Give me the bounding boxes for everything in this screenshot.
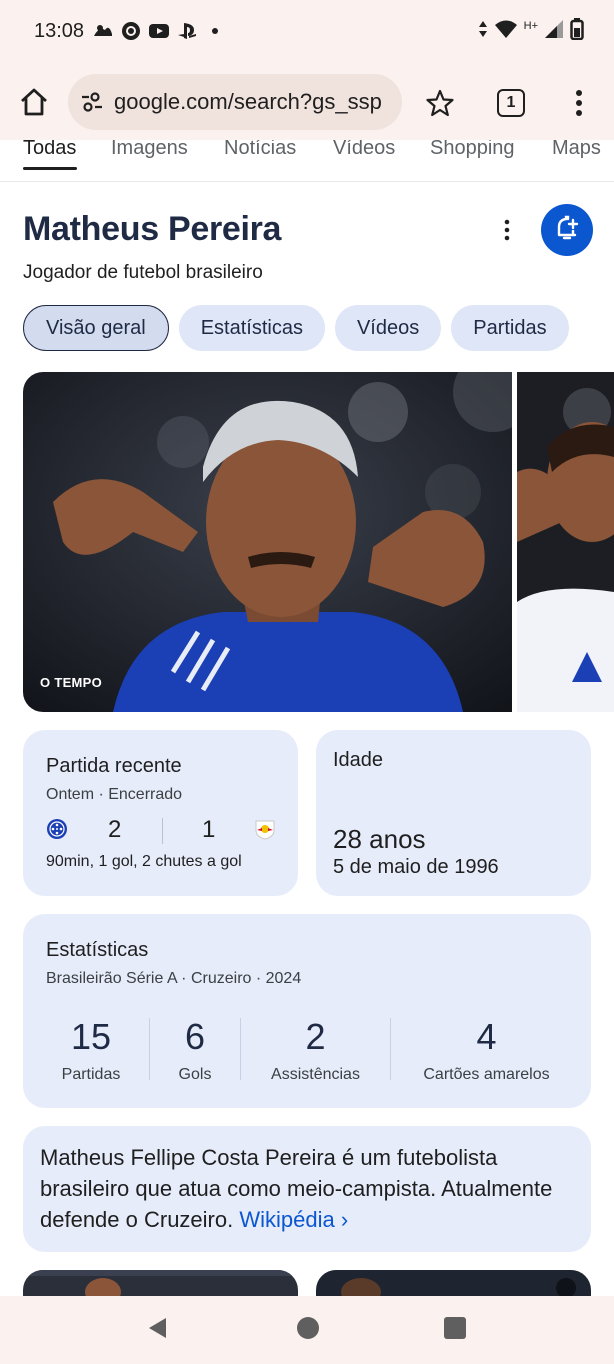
age-heading: Idade — [333, 749, 384, 771]
network-type-icon: H+ — [523, 19, 538, 32]
home-score: 2 — [108, 816, 122, 843]
address-bar[interactable]: google.com/search?gs_ssp — [68, 74, 402, 130]
panel-chips: Visão geral Estatísticas Vídeos Partidas — [23, 305, 569, 351]
tab-switcher-button[interactable]: 1 — [497, 89, 525, 117]
tab-todas[interactable]: Todas — [23, 140, 76, 160]
chip-visao-geral[interactable]: Visão geral — [23, 305, 169, 351]
playstation-icon — [176, 20, 198, 42]
video-thumbnail[interactable] — [316, 1270, 591, 1296]
chip-videos[interactable]: Vídeos — [334, 305, 442, 351]
about-paragraph: Matheus Fellipe Costa Pereira é um futeb… — [40, 1142, 570, 1235]
tab-maps[interactable]: Maps — [552, 140, 601, 160]
stat-matches-label: Partidas — [61, 1066, 121, 1083]
url-text[interactable]: google.com/search?gs_ssp — [114, 89, 382, 115]
stat-goals-label: Gols — [178, 1066, 212, 1083]
recent-match-heading: Partida recente — [46, 755, 182, 777]
system-status-icons: H+ — [478, 18, 584, 45]
active-tab-indicator — [23, 167, 77, 170]
site-settings-icon[interactable] — [80, 90, 104, 114]
stats-context: Brasileirão Série A · Cruzeiro · 2024 — [46, 970, 302, 987]
stat-assists-value: 2 — [305, 1016, 326, 1057]
image-source-label: O TEMPO — [40, 675, 103, 690]
chip-partidas[interactable]: Partidas — [451, 305, 569, 351]
score-divider — [162, 818, 163, 844]
recents-icon[interactable] — [444, 1317, 466, 1339]
stat-goals-value: 6 — [184, 1016, 206, 1057]
status-bar: 13:08 H+ — [0, 0, 614, 64]
stat-assists-label: Assistências — [271, 1066, 360, 1083]
chip-estatisticas[interactable]: Estatísticas — [178, 305, 325, 351]
dot-icon — [204, 20, 226, 42]
stat-yellow-cards-label: Cartões amarelos — [423, 1066, 550, 1083]
away-score: 1 — [202, 816, 216, 843]
tab-imagens[interactable]: Imagens — [111, 140, 188, 160]
back-icon[interactable] — [146, 1316, 170, 1340]
more-options-icon[interactable] — [498, 218, 516, 242]
notification-icons — [92, 20, 226, 42]
browser-toolbar: google.com/search?gs_ssp 1 — [0, 64, 614, 140]
birth-date: 5 de maio de 1996 — [333, 856, 499, 878]
youtube-icon — [148, 20, 170, 42]
bookmark-star-icon[interactable] — [426, 89, 454, 117]
stats-heading: Estatísticas — [46, 939, 149, 961]
tab-shopping[interactable]: Shopping — [430, 140, 515, 160]
signal-icon — [544, 19, 564, 44]
cruzeiro-crest-icon — [46, 818, 68, 845]
more-vert-icon[interactable] — [572, 88, 586, 118]
data-arrows-icon — [478, 19, 488, 44]
entity-title: Matheus Pereira — [23, 210, 282, 248]
steam-icon — [92, 20, 114, 42]
follow-button[interactable] — [541, 204, 593, 256]
video-thumbnail[interactable] — [23, 1270, 298, 1296]
status-time: 13:08 — [34, 20, 85, 42]
stat-yellow-cards-value: 4 — [476, 1016, 497, 1057]
bell-plus-icon — [553, 214, 581, 247]
player-photo-main[interactable] — [23, 372, 512, 712]
home-nav-icon[interactable] — [297, 1317, 319, 1339]
red-bull-bragantino-crest-icon — [254, 818, 276, 845]
entity-subtitle: Jogador de futebol brasileiro — [23, 262, 263, 283]
system-navigation-bar — [0, 1296, 614, 1364]
recent-match-status: Ontem · Encerrado — [46, 786, 183, 803]
recent-match-summary: 90min, 1 gol, 2 chutes a gol — [46, 853, 242, 870]
wifi-icon — [494, 19, 518, 44]
home-icon[interactable] — [18, 86, 50, 118]
age-value: 28 anos — [333, 824, 426, 854]
android-icon — [120, 20, 142, 42]
stat-matches-value: 15 — [70, 1016, 112, 1057]
tab-noticias[interactable]: Notícias — [224, 140, 296, 160]
wikipedia-link[interactable]: Wikipédia › — [239, 1207, 348, 1232]
battery-icon — [570, 18, 584, 45]
player-photo-secondary[interactable] — [517, 372, 614, 712]
tab-videos[interactable]: Vídeos — [333, 140, 395, 160]
search-tabs: Todas Imagens Notícias Vídeos Shopping M… — [0, 140, 614, 182]
